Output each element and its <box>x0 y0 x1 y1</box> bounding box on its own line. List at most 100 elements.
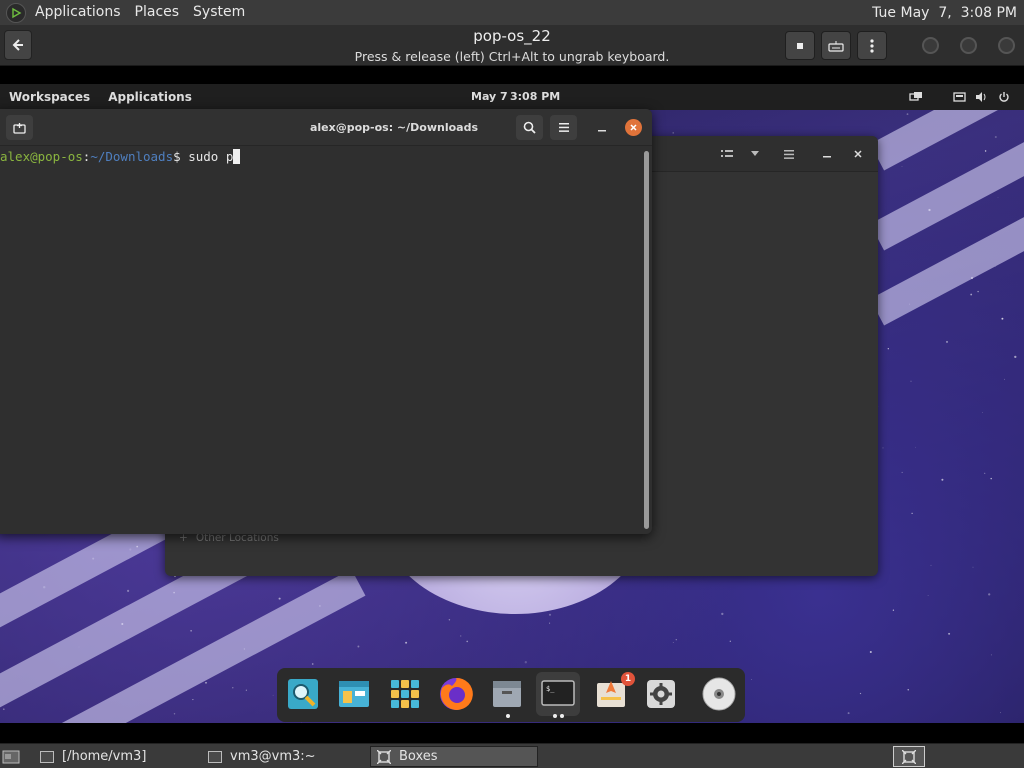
star <box>729 640 731 642</box>
terminal-glyph: $_ <box>546 685 555 693</box>
terminal-output[interactable]: alex@pop-os:~/Downloads$ sudo p <box>0 146 639 534</box>
terminal-header-bar: alex@pop-os: ~/Downloads <box>0 109 652 146</box>
star <box>984 472 986 474</box>
guest-desktop[interactable]: Workspaces Applications May 7 3:08 PM + … <box>0 84 1024 723</box>
window-minimize-button[interactable] <box>922 37 939 54</box>
close-icon <box>630 124 637 131</box>
star <box>672 642 674 643</box>
dock: $_ <box>277 668 745 722</box>
desktop-icon <box>2 750 20 763</box>
star <box>977 290 979 293</box>
dock-files-manager-icon[interactable] <box>334 674 374 714</box>
hamburger-menu-icon[interactable] <box>781 146 797 162</box>
prompt-path: ~/Downloads <box>90 149 174 164</box>
star <box>272 694 274 696</box>
star <box>278 597 281 600</box>
star <box>999 712 1002 714</box>
terminal-close-button[interactable] <box>625 119 642 136</box>
host-clock[interactable]: Tue May 7, 3:08 PM <box>872 5 1024 21</box>
running-indicator <box>553 714 557 718</box>
star <box>927 595 929 597</box>
star <box>2 708 5 711</box>
stop-button[interactable] <box>785 31 815 60</box>
star <box>901 471 903 473</box>
star <box>945 340 949 343</box>
guest-time[interactable]: 3:08 PM <box>510 90 560 103</box>
taskbar-item-boxes[interactable]: Boxes <box>370 746 538 767</box>
terminal-scrollbar[interactable] <box>644 151 649 529</box>
volume-icon[interactable] <box>974 90 988 104</box>
star <box>970 293 973 296</box>
star <box>882 447 884 449</box>
star <box>751 679 752 680</box>
terminal-menu-button[interactable] <box>550 115 577 140</box>
boxes-header-bar: pop-os_22 Press & release (left) Ctrl+Al… <box>0 25 1024 66</box>
close-icon[interactable] <box>850 146 866 162</box>
star <box>847 712 850 715</box>
prompt-symbol: $ <box>173 149 189 164</box>
terminal-icon <box>208 750 222 763</box>
star <box>901 166 903 167</box>
star <box>460 635 462 637</box>
minimize-icon[interactable] <box>819 146 835 162</box>
dock-search-icon[interactable] <box>283 674 323 714</box>
list-view-icon[interactable] <box>719 146 735 162</box>
taskbar-item-home[interactable]: [/home/vm3] <box>34 746 199 767</box>
host-menu-system[interactable]: System <box>186 0 252 25</box>
host-menu-places[interactable]: Places <box>128 0 187 25</box>
prompt-user: alex@pop-os <box>0 149 83 164</box>
running-indicator <box>560 714 564 718</box>
terminal-minimize-button[interactable] <box>588 115 615 140</box>
host-top-panel: Applications Places System Tue May 7, 3:… <box>0 0 1024 25</box>
display-icon[interactable] <box>909 90 923 104</box>
star <box>990 477 992 480</box>
workspace-switcher[interactable] <box>893 746 925 767</box>
star <box>915 446 916 448</box>
text-cursor <box>233 149 241 164</box>
star <box>911 512 913 515</box>
guest-date[interactable]: May 7 <box>471 90 508 103</box>
star <box>997 197 999 199</box>
host-menu-applications[interactable]: Applications <box>28 0 128 25</box>
star <box>910 380 912 382</box>
power-icon[interactable] <box>997 90 1011 104</box>
show-desktop-button[interactable] <box>2 746 22 767</box>
search-button[interactable] <box>516 115 543 140</box>
guest-workspaces-button[interactable]: Workspaces <box>0 90 99 104</box>
chevron-down-icon[interactable] <box>747 146 763 162</box>
keyboard-button[interactable] <box>821 31 851 60</box>
star <box>930 564 932 566</box>
os-logo-icon[interactable] <box>6 2 26 23</box>
star <box>982 412 983 414</box>
window-close-button[interactable] <box>998 37 1015 54</box>
star <box>1014 355 1017 359</box>
stop-icon <box>797 42 803 49</box>
star <box>232 687 234 689</box>
star <box>887 348 889 350</box>
window-maximize-button[interactable] <box>960 37 977 54</box>
screen-icon[interactable] <box>952 90 966 104</box>
star <box>721 612 724 616</box>
star <box>859 692 862 695</box>
host-taskbar: [/home/vm3] vm3@vm3:~ Boxes <box>0 743 1024 768</box>
hamburger-menu-icon <box>558 123 569 132</box>
dock-app-grid-icon[interactable] <box>385 674 425 714</box>
guest-applications-button[interactable]: Applications <box>99 90 201 104</box>
dock-files-icon[interactable] <box>487 674 527 714</box>
notification-badge: 1 <box>621 672 635 686</box>
search-icon <box>523 121 536 134</box>
star <box>984 150 987 152</box>
dock-disc-icon[interactable] <box>699 674 739 714</box>
dock-settings-icon[interactable] <box>641 674 681 714</box>
menu-button[interactable] <box>857 31 887 60</box>
star <box>448 619 451 621</box>
terminal-window[interactable]: alex@pop-os: ~/Downloads alex@pop-os:~/D… <box>0 109 652 534</box>
star <box>892 609 895 611</box>
star <box>988 593 991 596</box>
taskbar-item-terminal[interactable]: vm3@vm3:~ <box>202 746 367 767</box>
command-input[interactable]: sudo p <box>188 149 233 164</box>
dock-terminal-icon[interactable]: $_ <box>536 672 580 716</box>
dock-firefox-icon[interactable] <box>436 674 476 714</box>
terminal-icon <box>40 750 54 763</box>
guest-top-panel: Workspaces Applications May 7 3:08 PM <box>0 84 1024 110</box>
